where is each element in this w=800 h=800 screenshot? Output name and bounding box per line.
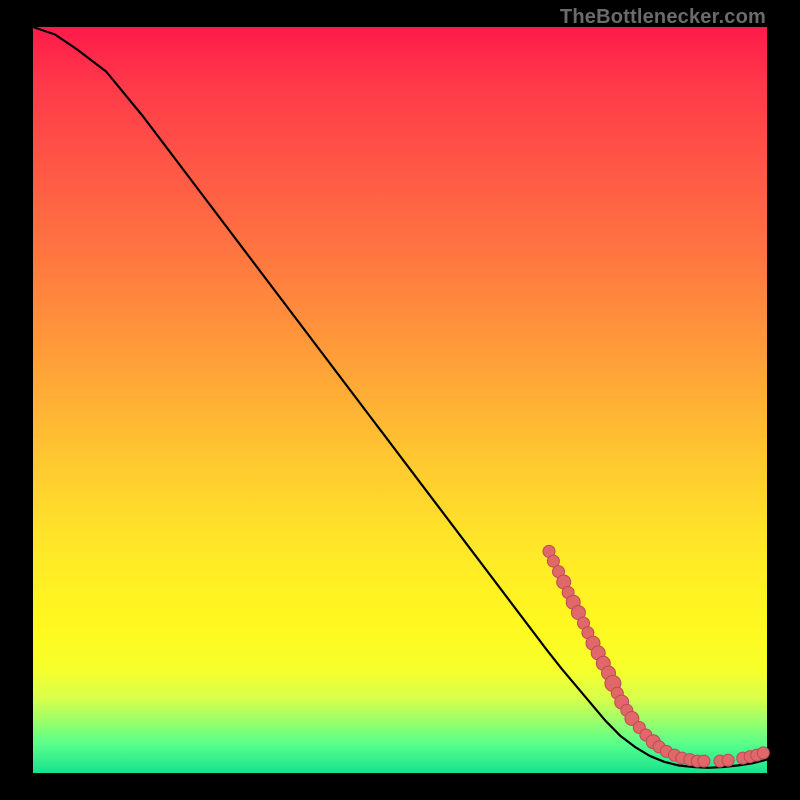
data-marker [698,755,710,767]
data-marker [722,754,734,766]
data-markers [543,545,769,767]
attribution-label: TheBottlenecker.com [560,6,766,29]
plot-svg [33,27,767,773]
data-marker [757,747,769,759]
chart-stage: TheBottlenecker.com [0,0,800,800]
bottleneck-curve [33,27,767,768]
